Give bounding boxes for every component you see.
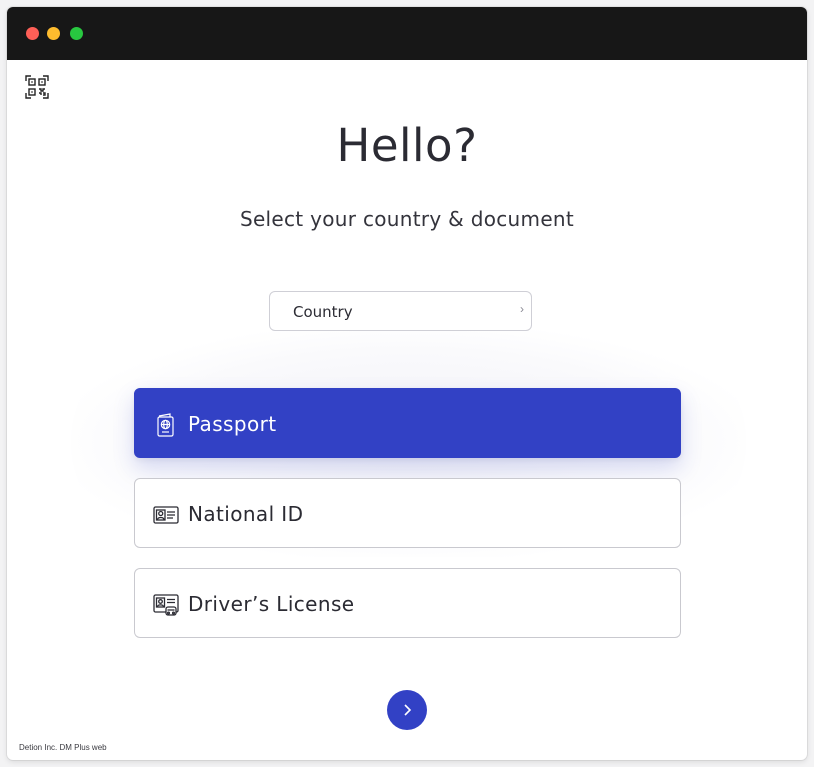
drivers-license-icon (153, 592, 179, 618)
app-window: Hello? Select your country & document Co… (7, 7, 807, 760)
document-option-label: National ID (188, 502, 304, 526)
passport-icon (153, 412, 179, 438)
footer-text: Detion Inc. DM Plus web (19, 743, 107, 752)
zoom-window-button[interactable] (70, 27, 83, 40)
title-bar (7, 7, 807, 60)
national-id-icon (153, 502, 179, 528)
chevron-right-icon: › (520, 302, 524, 316)
chevron-right-icon (404, 704, 412, 716)
next-button[interactable] (387, 690, 427, 730)
minimize-window-button[interactable] (47, 27, 60, 40)
qr-code-icon[interactable] (25, 75, 49, 99)
page-subtitle: Select your country & document (239, 207, 575, 231)
document-option-label: Driver’s License (188, 592, 355, 616)
document-option-national-id[interactable]: National ID (134, 478, 681, 548)
close-window-button[interactable] (26, 27, 39, 40)
document-option-label: Passport (188, 412, 277, 436)
page-title: Hello? (336, 119, 478, 172)
document-option-passport[interactable]: Passport (134, 388, 681, 458)
country-select-label: Country (293, 303, 353, 321)
country-select[interactable]: Country › (269, 291, 532, 331)
document-option-drivers-license[interactable]: Driver’s License (134, 568, 681, 638)
